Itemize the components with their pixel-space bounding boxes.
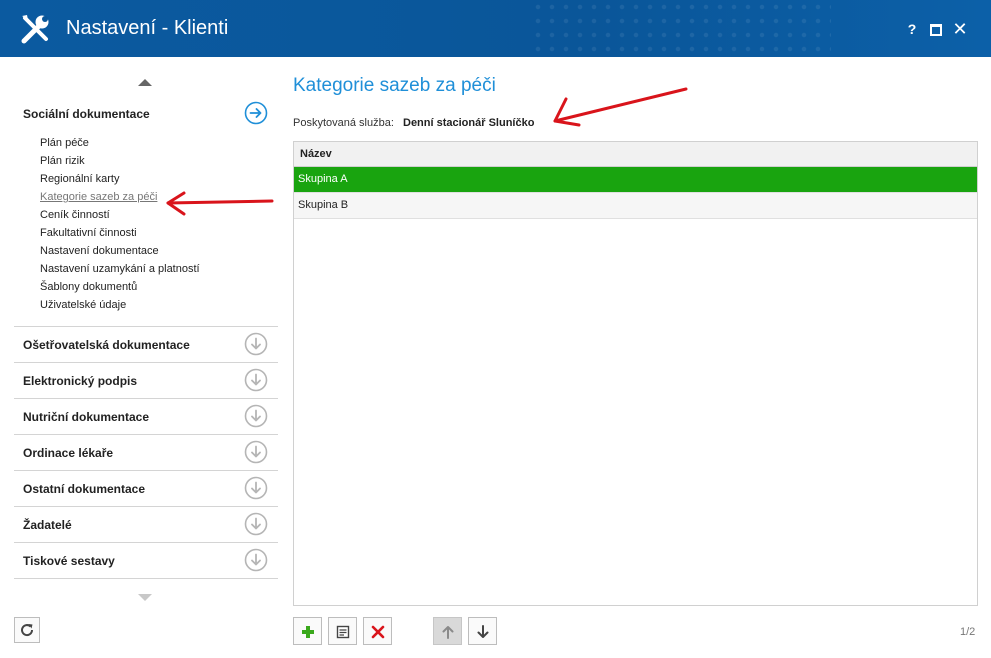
window-title: Nastavení - Klienti: [66, 17, 229, 39]
sidebar-item-regionalni-karty[interactable]: Regionální karty: [40, 172, 200, 190]
arrow-down-circle-icon[interactable]: [244, 332, 268, 356]
categories-grid: Název Skupina A Skupina B: [293, 141, 978, 606]
section-label: Elektronický podpis: [23, 374, 138, 388]
plus-icon: [302, 626, 314, 638]
section-subitems: Plán péče Plán rizik Regionální karty Ka…: [40, 136, 200, 316]
table-row[interactable]: Skupina A: [294, 167, 977, 193]
sidebar-item-uzivatelske-udaje[interactable]: Uživatelské údaje: [40, 298, 200, 316]
section-header-tiskove-sestavy[interactable]: Tiskové sestavy: [14, 542, 278, 578]
arrow-down-circle-icon[interactable]: [244, 368, 268, 392]
arrow-down-circle-icon[interactable]: [244, 440, 268, 464]
sidebar-item-plan-rizik[interactable]: Plán rizik: [40, 154, 200, 172]
section-header-ordinace-lekare[interactable]: Ordinace lékaře: [14, 434, 278, 470]
add-button[interactable]: [293, 617, 322, 645]
section-header-nutricni[interactable]: Nutriční dokumentace: [14, 398, 278, 434]
section-header-ostatni[interactable]: Ostatní dokumentace: [14, 470, 278, 506]
edit-button[interactable]: [328, 617, 357, 645]
title-bar: Nastavení - Klienti ? ✕: [0, 0, 991, 57]
annotation-arrow-right: [553, 87, 688, 127]
page-indicator: 1/2: [960, 626, 976, 638]
x-icon: [371, 625, 385, 639]
section-label: Ordinace lékaře: [23, 446, 114, 460]
delete-button[interactable]: [363, 617, 392, 645]
arrow-right-circle-icon[interactable]: [244, 101, 268, 125]
help-button[interactable]: ?: [902, 19, 922, 39]
section-header-socialni-dokumentace[interactable]: Sociální dokumentace: [14, 96, 278, 131]
titlebar-pattern: [531, 0, 831, 57]
maximize-icon: [930, 24, 942, 36]
arrow-down-icon: [477, 625, 489, 638]
sidebar-divider: [14, 578, 278, 579]
section-label: Ostatní dokumentace: [23, 482, 146, 496]
grid-column-header[interactable]: Název: [294, 142, 977, 167]
sidebar: Sociální dokumentace Plán péče Plán rizi…: [14, 70, 278, 610]
arrow-up-icon: [442, 626, 454, 639]
arrow-down-circle-icon[interactable]: [244, 476, 268, 500]
section-header-elektronicky-podpis[interactable]: Elektronický podpis: [14, 362, 278, 398]
move-up-button[interactable]: [433, 617, 462, 645]
section-label: Sociální dokumentace: [23, 107, 150, 121]
refresh-icon: [21, 624, 34, 637]
arrow-down-circle-icon[interactable]: [244, 404, 268, 428]
page-title: Kategorie sazeb za péči: [293, 75, 496, 96]
sidebar-item-kategorie-sazeb[interactable]: Kategorie sazeb za péči: [40, 190, 200, 208]
sidebar-item-nastaveni-uzamykani[interactable]: Nastavení uzamykání a platností: [40, 262, 200, 280]
service-value: Denní stacionář Sluníčko: [403, 117, 535, 129]
table-row[interactable]: Skupina B: [294, 193, 977, 219]
arrow-down-circle-icon[interactable]: [244, 512, 268, 536]
sidebar-item-fakultativni-cinnosti[interactable]: Fakultativní činnosti: [40, 226, 200, 244]
section-header-zadatele[interactable]: Žadatelé: [14, 506, 278, 542]
section-label: Nutriční dokumentace: [23, 410, 150, 424]
section-label: Ošetřovatelská dokumentace: [23, 338, 190, 352]
section-label: Tiskové sestavy: [23, 554, 115, 568]
section-header-osetrovatelska[interactable]: Ošetřovatelská dokumentace: [14, 326, 278, 362]
document-edit-icon: [336, 625, 350, 639]
sidebar-item-plan-pece[interactable]: Plán péče: [40, 136, 200, 154]
maximize-button[interactable]: [926, 19, 946, 39]
sidebar-item-sablony-dokumentu[interactable]: Šablony dokumentů: [40, 280, 200, 298]
refresh-button[interactable]: [14, 617, 40, 643]
close-button[interactable]: ✕: [950, 19, 970, 39]
scroll-down-button[interactable]: [138, 594, 152, 601]
arrow-down-circle-icon[interactable]: [244, 548, 268, 572]
scroll-up-button[interactable]: [138, 79, 152, 86]
sidebar-item-nastaveni-dokumentace[interactable]: Nastavení dokumentace: [40, 244, 200, 262]
move-down-button[interactable]: [468, 617, 497, 645]
sidebar-item-cenik-cinnosti[interactable]: Ceník činností: [40, 208, 200, 226]
service-label: Poskytovaná služba:: [293, 117, 394, 129]
section-label: Žadatelé: [23, 518, 72, 532]
wrench-screwdriver-icon: [21, 15, 49, 44]
